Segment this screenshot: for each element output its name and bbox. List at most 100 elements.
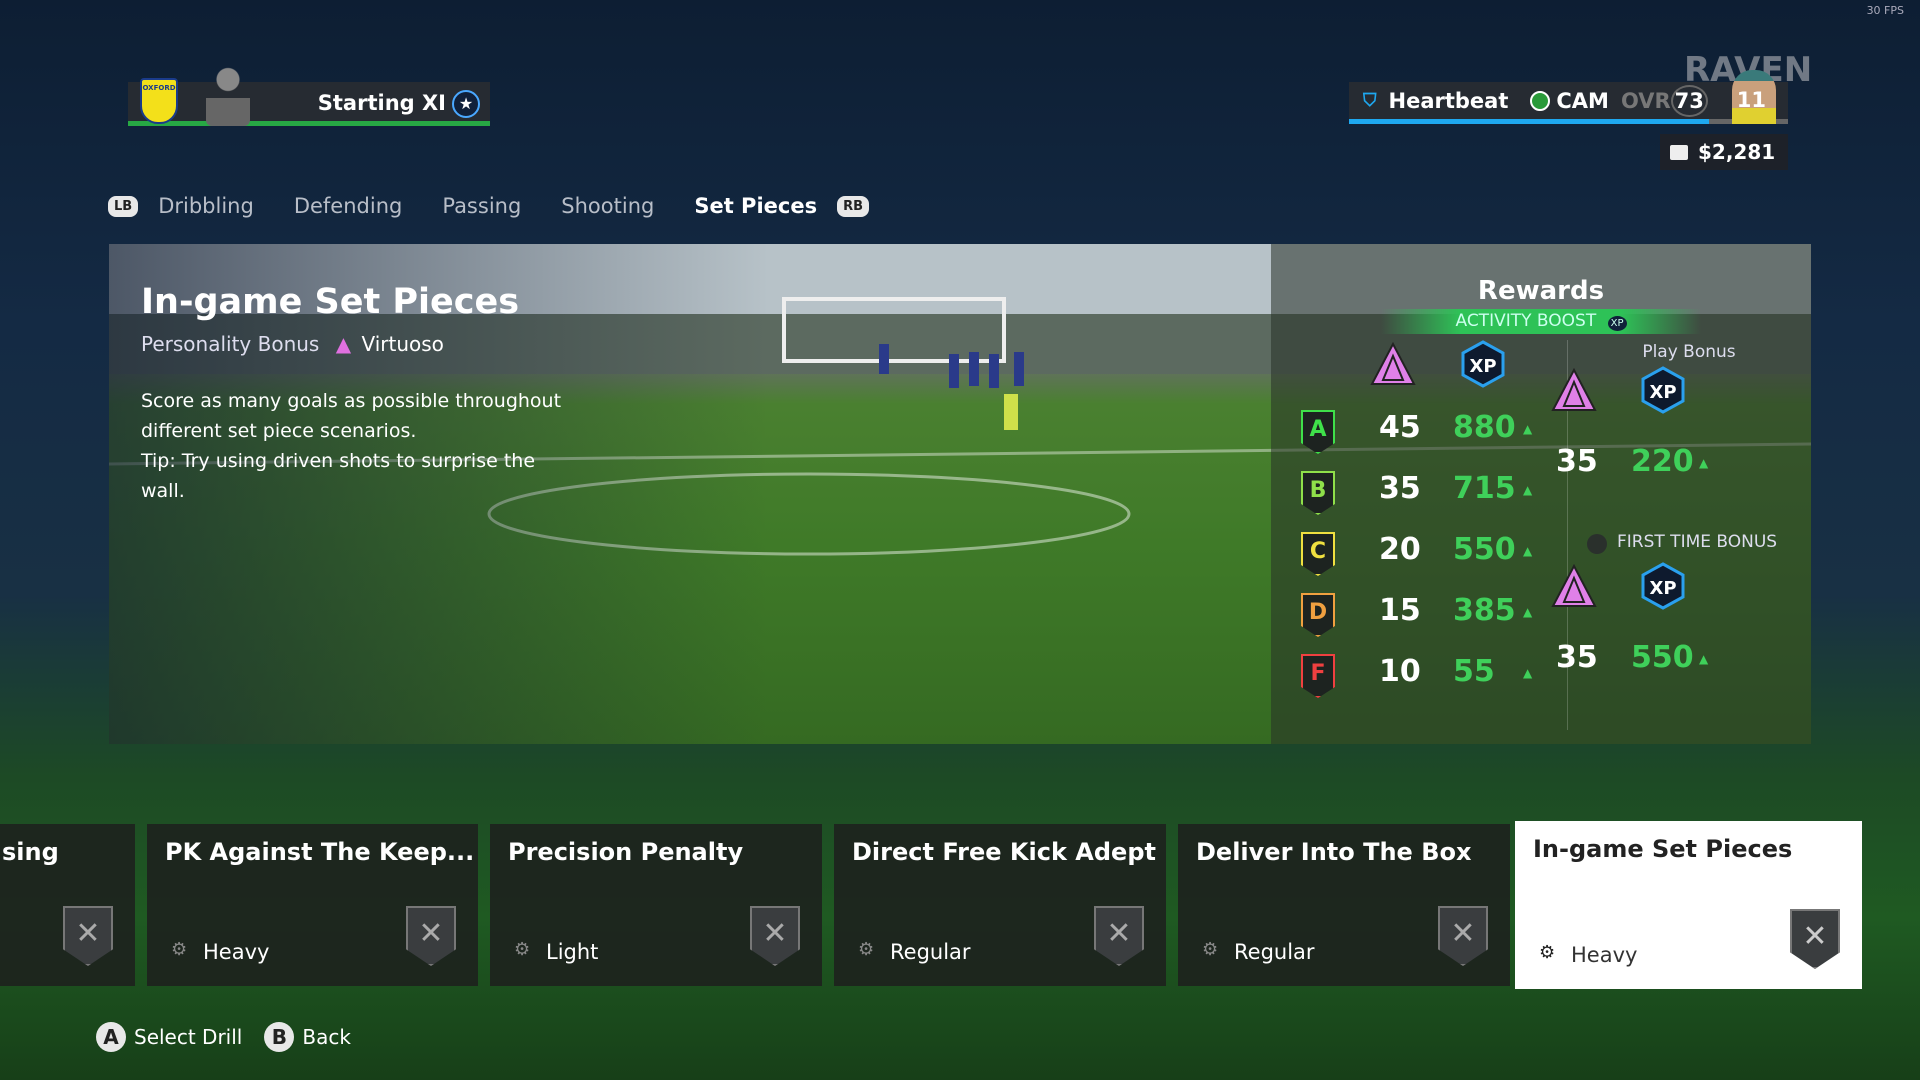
description-text: Score as many goals as possible througho… bbox=[141, 390, 562, 442]
svg-text:XP: XP bbox=[1469, 356, 1496, 377]
position: CAM bbox=[1556, 88, 1609, 113]
increase-arrow-icon: ▲ bbox=[1523, 666, 1533, 680]
drill-card[interactable]: sing ✕ bbox=[0, 824, 135, 986]
drill-card[interactable]: Precision Penalty ⚙ Light ✕ bbox=[490, 824, 822, 986]
drill-card[interactable]: Direct Free Kick Adept ⚙ Regular ✕ bbox=[834, 824, 1166, 986]
locked-shield-icon: ✕ bbox=[63, 906, 113, 966]
squad-status: Starting XI bbox=[317, 91, 446, 115]
drill-intensity: Heavy bbox=[1571, 943, 1638, 967]
drill-detail-panel: In-game Set Pieces Personality Bonus ▲ V… bbox=[109, 244, 1811, 744]
intensity-icon: ⚙ bbox=[1539, 942, 1556, 963]
increase-arrow-icon: ▲ bbox=[1699, 652, 1709, 666]
ovr-label: OVR bbox=[1620, 88, 1671, 113]
tab-dribbling[interactable]: Dribbling bbox=[158, 194, 254, 218]
button-hints: A Select Drill B Back bbox=[96, 1022, 351, 1052]
xp-icon: XP bbox=[1641, 366, 1685, 414]
drill-intensity: Regular bbox=[1234, 940, 1315, 964]
intensity-icon: ⚙ bbox=[171, 939, 188, 960]
activity-boost-label: ACTIVITY BOOST bbox=[1455, 311, 1597, 331]
a-button-icon: A bbox=[96, 1022, 126, 1052]
drill-card-title: Direct Free Kick Adept bbox=[852, 838, 1156, 866]
increase-arrow-icon: ▲ bbox=[1699, 456, 1709, 470]
tab-passing[interactable]: Passing bbox=[442, 194, 521, 218]
grade-points: 45 bbox=[1379, 410, 1421, 445]
tab-shooting[interactable]: Shooting bbox=[561, 194, 654, 218]
locked-shield-icon: ✕ bbox=[1790, 909, 1840, 969]
grade-points: 15 bbox=[1379, 593, 1421, 628]
locked-shield-icon: ✕ bbox=[406, 906, 456, 966]
wallet: $2,281 bbox=[1660, 134, 1788, 170]
drill-card-title: sing bbox=[2, 838, 59, 866]
xp-small-icon: XP bbox=[1607, 316, 1627, 331]
drill-category-tabs: LB Dribbling Defending Passing Shooting … bbox=[108, 194, 870, 218]
drill-intensity: Light bbox=[546, 940, 599, 964]
lb-button[interactable]: LB bbox=[108, 195, 139, 217]
b-button-icon: B bbox=[264, 1022, 295, 1052]
grade-xp: 550 bbox=[1453, 532, 1516, 567]
grade-xp: 385 bbox=[1453, 593, 1516, 628]
drill-card[interactable]: Deliver Into The Box ⚙ Regular ✕ bbox=[1178, 824, 1510, 986]
svg-text:XP: XP bbox=[1649, 578, 1676, 599]
select-drill-hint[interactable]: A Select Drill bbox=[96, 1022, 242, 1052]
first-time-bonus-indicator bbox=[1587, 534, 1607, 554]
tab-defending[interactable]: Defending bbox=[294, 194, 403, 218]
first-time-bonus-points: 35 bbox=[1556, 640, 1598, 675]
intensity-icon: ⚙ bbox=[1202, 939, 1219, 960]
drill-intensity: Heavy bbox=[203, 940, 270, 964]
xp-icon: XP bbox=[1641, 562, 1685, 610]
play-bonus-xp: 220 bbox=[1631, 444, 1694, 479]
rb-button[interactable]: RB bbox=[837, 195, 870, 217]
wallet-icon bbox=[1670, 145, 1688, 160]
archetype-icon: ⛉ bbox=[1363, 90, 1377, 111]
rewards-title: Rewards bbox=[1477, 276, 1605, 306]
back-hint[interactable]: B Back bbox=[264, 1022, 351, 1052]
drill-card-title: In-game Set Pieces bbox=[1533, 835, 1793, 863]
tab-set-pieces[interactable]: Set Pieces bbox=[694, 194, 817, 218]
personality-points-icon bbox=[1551, 564, 1597, 607]
shirt-number: 11 bbox=[1736, 88, 1766, 112]
player-hud: ⛉ Heartbeat CAM OVR 73 11 bbox=[1349, 70, 1788, 124]
grade-badge-f: F bbox=[1301, 654, 1335, 698]
personality-points-icon bbox=[1551, 368, 1597, 411]
locked-shield-icon: ✕ bbox=[1438, 906, 1488, 966]
archetype-name: Heartbeat bbox=[1388, 88, 1509, 113]
ovr-value: 73 bbox=[1670, 84, 1708, 117]
drill-description: Score as many goals as possible througho… bbox=[141, 386, 581, 506]
drill-card[interactable]: PK Against The Keep... ⚙ Heavy ✕ bbox=[147, 824, 478, 986]
increase-arrow-icon: ▲ bbox=[1523, 483, 1533, 497]
play-bonus-label: Play Bonus bbox=[1642, 342, 1736, 362]
personality-name: Virtuoso bbox=[361, 332, 444, 356]
personality-points-icon bbox=[1370, 342, 1416, 385]
rewards-panel: Rewards ACTIVITY BOOST XP XP A 45 880 ▲ B… bbox=[1271, 244, 1811, 744]
locked-shield-icon: ✕ bbox=[1094, 906, 1144, 966]
drill-card-title: Precision Penalty bbox=[508, 838, 744, 866]
drill-title: In-game Set Pieces bbox=[141, 282, 520, 322]
star-icon: ★ bbox=[452, 90, 480, 118]
personality-bonus: Personality Bonus ▲ Virtuoso bbox=[141, 332, 444, 356]
increase-arrow-icon: ▲ bbox=[1523, 422, 1533, 436]
drill-card-selected[interactable]: In-game Set Pieces ⚙ Heavy ✕ bbox=[1515, 821, 1862, 989]
grade-badge-b: B bbox=[1301, 471, 1335, 515]
grade-xp: 880 bbox=[1453, 410, 1516, 445]
drill-card-title: PK Against The Keep... bbox=[165, 838, 475, 866]
hint-label: Back bbox=[302, 1025, 351, 1049]
virtuoso-icon: ▲ bbox=[335, 332, 352, 356]
wallet-balance: $2,281 bbox=[1698, 140, 1776, 164]
increase-arrow-icon: ▲ bbox=[1523, 544, 1533, 558]
play-bonus-points: 35 bbox=[1556, 444, 1598, 479]
grade-badge-d: D bbox=[1301, 593, 1335, 637]
increase-arrow-icon: ▲ bbox=[1523, 605, 1533, 619]
manager-avatar bbox=[206, 64, 250, 126]
grade-points: 35 bbox=[1379, 471, 1421, 506]
grade-points: 10 bbox=[1379, 654, 1421, 689]
drill-card-title: Deliver Into The Box bbox=[1196, 838, 1472, 866]
locked-shield-icon: ✕ bbox=[750, 906, 800, 966]
personality-label: Personality Bonus bbox=[141, 332, 320, 356]
drill-tip: Tip: Try using driven shots to surprise … bbox=[141, 450, 536, 502]
fps-counter: 30 FPS bbox=[1866, 4, 1904, 17]
intensity-icon: ⚙ bbox=[858, 939, 875, 960]
drill-carousel: sing ✕ PK Against The Keep... ⚙ Heavy ✕ … bbox=[0, 821, 1920, 989]
position-dot-icon bbox=[1530, 90, 1551, 111]
hint-label: Select Drill bbox=[134, 1025, 243, 1049]
grade-xp: 55 bbox=[1453, 654, 1495, 689]
